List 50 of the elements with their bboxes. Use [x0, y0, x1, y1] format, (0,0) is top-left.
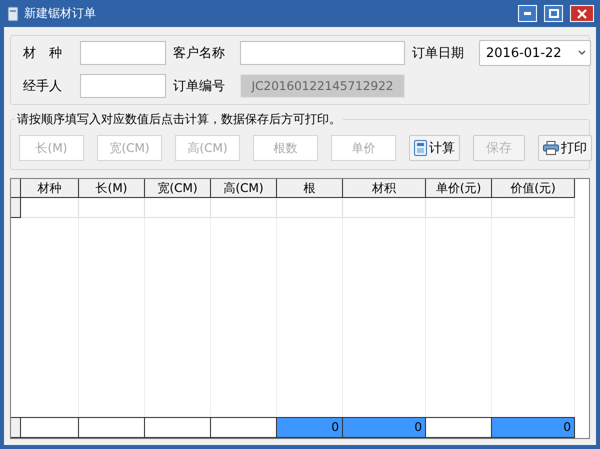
total-cell: 0 [277, 417, 343, 438]
table-cell[interactable] [79, 198, 145, 218]
column-header[interactable]: 高(CM) [211, 179, 277, 198]
input-field[interactable]: 宽(CM) [97, 135, 162, 161]
minimize-icon [524, 12, 531, 15]
field-label: 经手人 [23, 78, 63, 95]
total-cell: 0 [492, 417, 575, 438]
table-cell[interactable] [426, 198, 492, 218]
input-field[interactable] [80, 74, 166, 98]
field-label: 材 种 [23, 45, 63, 62]
table-cell[interactable] [277, 198, 343, 218]
row-header [11, 417, 21, 438]
close-icon [577, 8, 587, 18]
total-cell: 0 [343, 417, 426, 438]
field-label: 订单编号 [173, 78, 226, 95]
table-cell[interactable] [211, 198, 277, 218]
column-header[interactable]: 材种 [21, 179, 79, 198]
column-header[interactable]: 根 [277, 179, 343, 198]
print-button[interactable]: 打印 [538, 135, 592, 161]
input-field[interactable]: 长(M) [19, 135, 84, 161]
table-cell[interactable] [343, 198, 426, 218]
order-number-field: JC20160122145712922 [240, 74, 405, 98]
maximize-icon [548, 9, 558, 18]
window-title: 新建锯材订单 [24, 5, 97, 22]
input-field[interactable]: 根数 [253, 135, 318, 161]
column-header[interactable]: 长(M) [79, 179, 145, 198]
row-header[interactable] [11, 198, 21, 218]
printer-icon [543, 141, 559, 155]
field-label: 订单日期 [412, 45, 465, 62]
column-header[interactable]: 宽(CM) [145, 179, 211, 198]
app-icon [8, 6, 18, 20]
calculate-button[interactable]: 计算 [409, 135, 460, 161]
field-label: 客户名称 [173, 45, 226, 62]
instruction-text: 请按顺序填写入对应数值后点击计算，数据保存后方可打印。 [15, 111, 343, 128]
maximize-button[interactable] [544, 5, 563, 22]
table-cell[interactable] [21, 198, 79, 218]
column-header[interactable]: 价值(元) [492, 179, 575, 198]
calculator-icon [414, 140, 427, 156]
input-field[interactable]: 单价 [331, 135, 396, 161]
table-cell[interactable] [492, 198, 575, 218]
input-field[interactable]: 高(CM) [175, 135, 240, 161]
column-header[interactable]: 单价(元) [426, 179, 492, 198]
column-header[interactable]: 材积 [343, 179, 426, 198]
input-field[interactable] [240, 41, 405, 65]
date-picker[interactable]: 2016-01-22 [479, 40, 591, 66]
close-button[interactable] [570, 5, 594, 22]
minimize-button[interactable] [518, 5, 537, 22]
corner-header [11, 179, 21, 198]
input-field[interactable] [80, 41, 166, 65]
table-cell[interactable] [145, 198, 211, 218]
